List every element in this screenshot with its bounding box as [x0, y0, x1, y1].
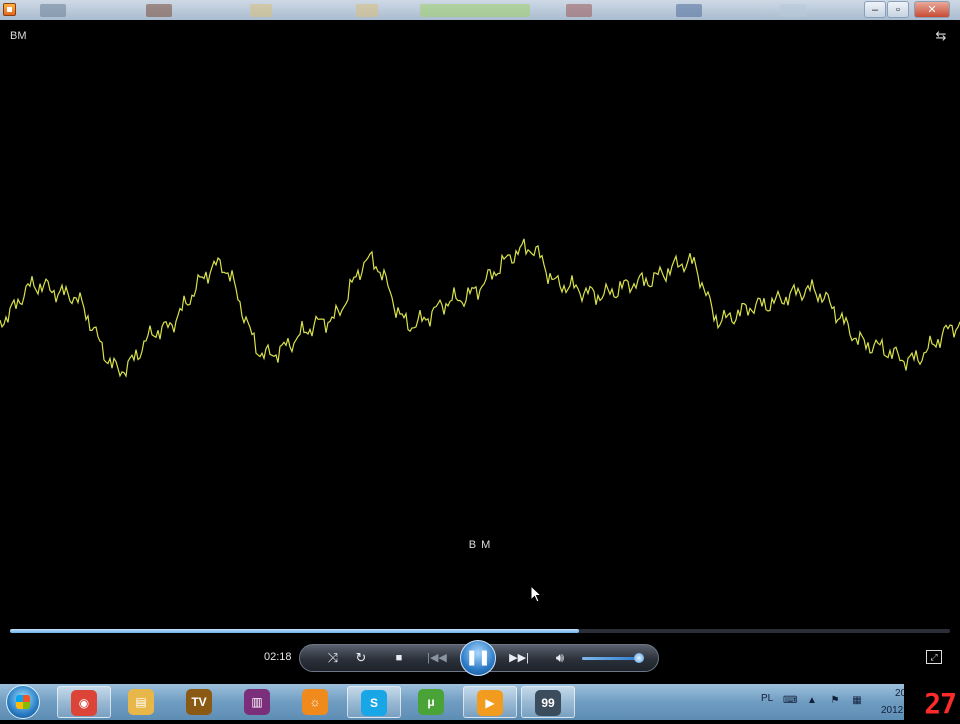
waveform-line — [0, 238, 960, 378]
title-bar: – ▫ ✕ — [0, 0, 960, 20]
volume-slider-thumb[interactable] — [634, 653, 644, 663]
taskbar-app-media-player[interactable]: ▶ — [463, 686, 517, 718]
seek-bar[interactable] — [10, 629, 950, 633]
winrar-icon: ▥ — [244, 689, 270, 715]
switch-to-library-icon[interactable]: ⇆ — [932, 28, 950, 44]
transport-controls: ⤨ ↻ ■ |◀◀ ❚❚ ▶▶| 🔊︎ — [299, 640, 659, 676]
volume-slider[interactable] — [582, 657, 640, 660]
clock-date-partial[interactable]: 2012 — [881, 705, 903, 716]
seek-bar-progress — [10, 629, 579, 633]
previous-icon[interactable]: |◀◀ — [424, 645, 450, 671]
media-player-icon: ▶ — [477, 690, 503, 716]
repeat-icon[interactable]: ↻ — [348, 645, 374, 671]
video-area[interactable]: BM ⇆ B M — [0, 20, 960, 620]
start-button[interactable] — [6, 685, 40, 719]
blurred-background-item — [40, 4, 66, 17]
shuffle-icon[interactable]: ⤨ — [320, 645, 346, 671]
now-playing-title: BM — [10, 30, 27, 42]
media-player-app-icon — [3, 3, 16, 16]
next-icon[interactable]: ▶▶| — [506, 645, 532, 671]
close-button[interactable]: ✕ — [914, 1, 950, 18]
utorrent-icon: μ — [418, 689, 444, 715]
sun-app-icon: ☼ — [302, 689, 328, 715]
blurred-background-item — [780, 4, 806, 17]
elapsed-time: 02:18 — [264, 651, 292, 663]
volume-icon[interactable]: 🔊︎ — [547, 645, 573, 671]
tv-icon: TV — [186, 689, 212, 715]
taskbar-app-computer-99[interactable]: 99 — [521, 686, 575, 718]
mouse-cursor-icon — [530, 585, 542, 603]
taskbar-app-explorer[interactable]: ▤ — [115, 686, 169, 718]
taskbar-app-skype[interactable]: S — [347, 686, 401, 718]
blurred-background-item — [356, 4, 378, 17]
tray-expand-icon[interactable]: ▲ — [806, 695, 818, 707]
stop-icon[interactable]: ■ — [386, 645, 412, 671]
skype-icon: S — [361, 690, 387, 716]
chrome-icon: ◉ — [71, 690, 97, 716]
maximize-button[interactable]: ▫ — [887, 1, 909, 18]
blurred-background-item — [146, 4, 172, 17]
player-controls: 02:18 ⤨ ↻ ■ |◀◀ ❚❚ ▶▶| 🔊︎ ⤢ — [0, 620, 960, 684]
now-playing-center-title: B M — [468, 539, 492, 551]
taskbar-app-winrar[interactable]: ▥ — [231, 686, 285, 718]
taskbar-app-tv[interactable]: TV — [173, 686, 227, 718]
minimize-button[interactable]: – — [864, 1, 886, 18]
language-indicator[interactable]: PL — [761, 693, 773, 704]
action-center-flag-icon[interactable]: ⚑ — [829, 695, 841, 707]
pause-icon[interactable]: ❚❚ — [460, 640, 496, 676]
taskbar: ◉ ▤ TV ▥ ☼ Sμ ▶ 99 PL ⌨ ▲ ⚑ ▦ 20: 2012 27 — [0, 684, 960, 720]
waveform-visualization — [0, 238, 960, 378]
fullscreen-icon[interactable]: ⤢ — [926, 650, 942, 664]
network-icon[interactable]: ▦ — [851, 695, 863, 707]
blurred-background-item — [676, 4, 702, 17]
explorer-icon: ▤ — [128, 689, 154, 715]
overlay-badge-number: 27 — [904, 684, 960, 720]
computer-99-icon: 99 — [535, 690, 561, 716]
taskbar-app-utorrent[interactable]: μ — [405, 686, 459, 718]
blurred-background-item — [250, 4, 272, 17]
taskbar-app-sun-app[interactable]: ☼ — [289, 686, 343, 718]
blurred-background-item — [420, 4, 530, 17]
taskbar-app-chrome[interactable]: ◉ — [57, 686, 111, 718]
keyboard-icon[interactable]: ⌨ — [783, 695, 797, 707]
blurred-background-item — [566, 4, 592, 17]
